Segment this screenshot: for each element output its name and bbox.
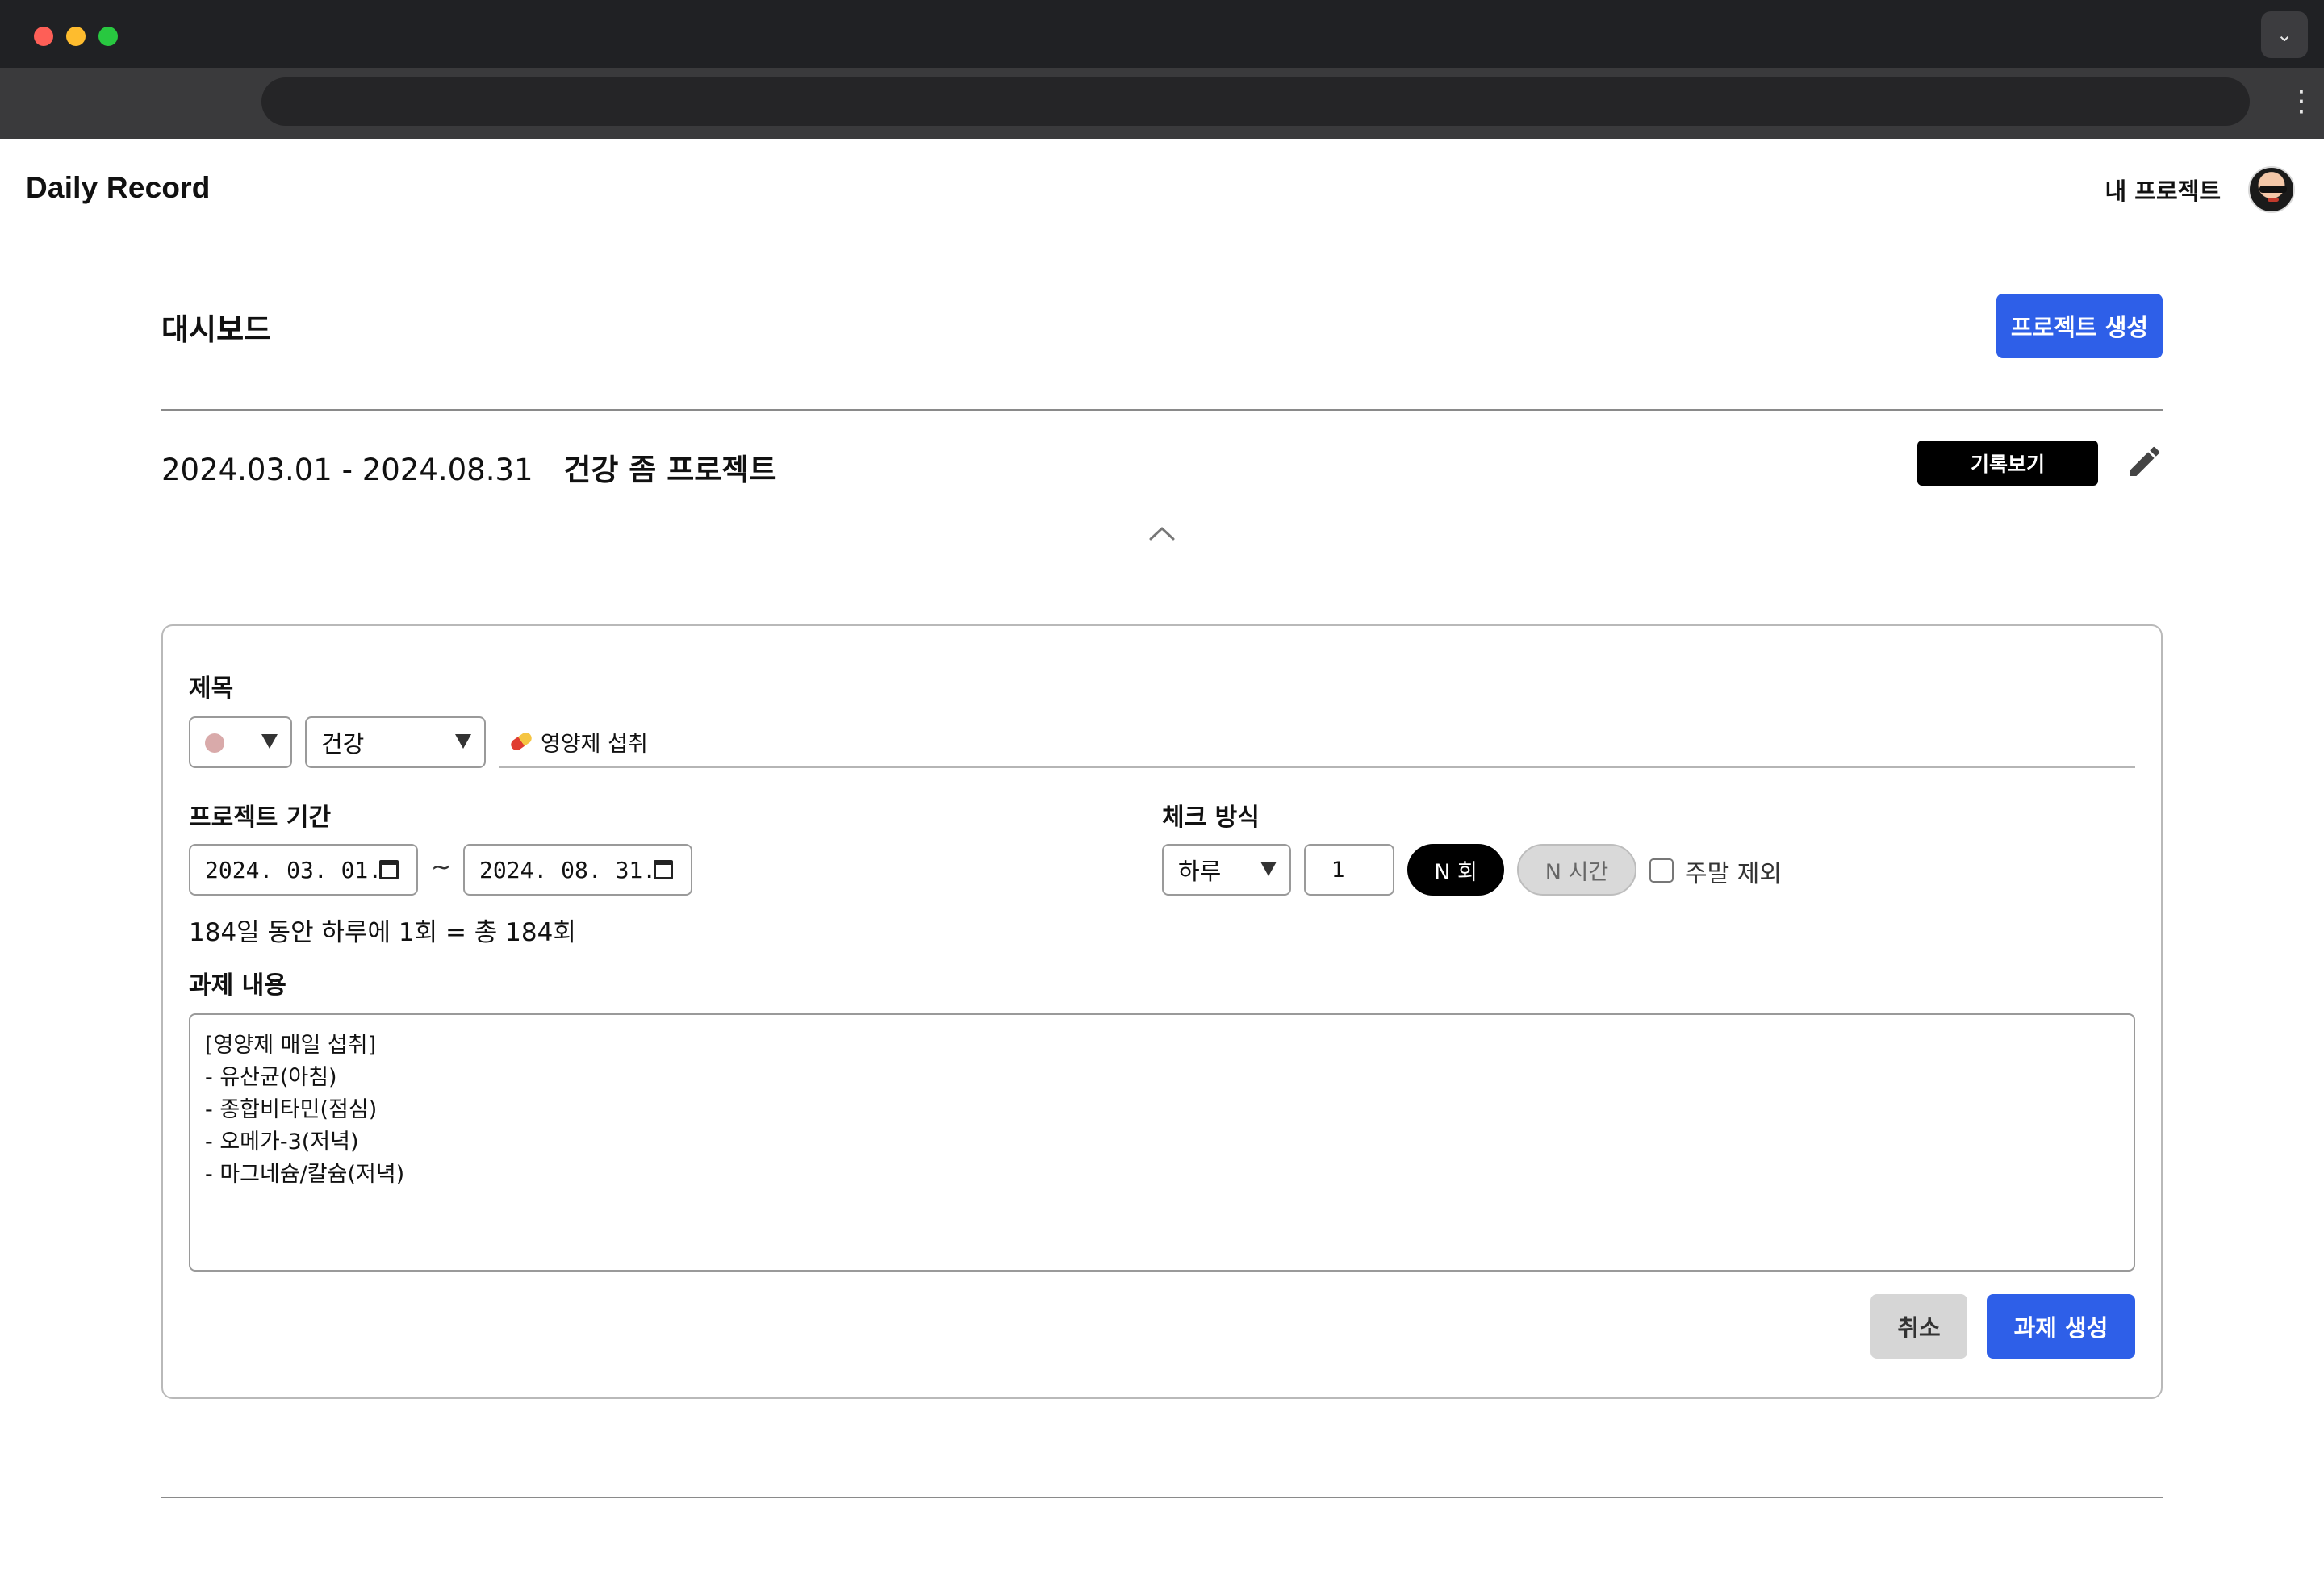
caret-down-icon bbox=[1260, 862, 1277, 876]
calendar-icon[interactable] bbox=[654, 860, 673, 879]
divider bbox=[161, 409, 2163, 411]
calendar-icon[interactable] bbox=[379, 860, 399, 879]
start-date-input[interactable]: 2024. 03. 01. bbox=[189, 844, 418, 896]
divider bbox=[161, 1497, 2163, 1498]
app-logo[interactable]: Daily Record bbox=[26, 171, 211, 205]
count-input[interactable]: 1 bbox=[1304, 844, 1394, 896]
frequency-select[interactable]: 하루 bbox=[1162, 844, 1291, 896]
n-times-toggle[interactable]: N 회 bbox=[1407, 844, 1504, 896]
color-dot bbox=[205, 733, 224, 753]
project-header: 2024.03.01 - 2024.08.31 건강 좀 프로젝트 bbox=[161, 445, 776, 489]
project-name: 건강 좀 프로젝트 bbox=[563, 453, 777, 487]
chevron-up-icon[interactable] bbox=[1146, 521, 1178, 545]
address-bar[interactable] bbox=[261, 77, 2250, 126]
page-title: 대시보드 bbox=[161, 312, 272, 347]
period-summary: 184일 동안 하루에 1회 = 총 184회 bbox=[189, 918, 576, 947]
project-period: 2024.03.01 - 2024.08.31 bbox=[161, 453, 533, 487]
exclude-weekend-checkbox[interactable] bbox=[1649, 858, 1674, 883]
frequency-value: 하루 bbox=[1178, 858, 1222, 885]
browser-menu-icon[interactable]: ⋮ bbox=[2287, 84, 2316, 119]
caret-down-icon bbox=[455, 734, 471, 749]
caret-down-icon bbox=[261, 734, 278, 749]
chevron-down-icon: ⌄ bbox=[2276, 23, 2293, 46]
task-title-value: 영양제 섭취 bbox=[541, 731, 648, 757]
task-content-textarea[interactable]: [영양제 매일 섭취] - 유산균(아침) - 종합비타민(점심) - 오메가-… bbox=[189, 1013, 2135, 1272]
date-separator: ~ bbox=[431, 854, 452, 882]
category-select[interactable]: 건강 bbox=[305, 716, 486, 768]
exclude-weekend-label[interactable]: 주말 제외 bbox=[1685, 854, 1782, 889]
create-task-button[interactable]: 과제 생성 bbox=[1987, 1294, 2135, 1359]
tab-search-button[interactable]: ⌄ bbox=[2261, 11, 2308, 58]
avatar[interactable] bbox=[2248, 166, 2295, 213]
count-value: 1 bbox=[1331, 857, 1346, 883]
n-hours-toggle[interactable]: N 시간 bbox=[1517, 844, 1636, 896]
task-title-input[interactable]: 영양제 섭취 bbox=[499, 716, 2135, 768]
period-label: 프로젝트 기간 bbox=[189, 804, 332, 832]
avatar-mouth bbox=[2268, 198, 2279, 202]
browser-titlebar bbox=[0, 0, 2324, 68]
window-close-button[interactable] bbox=[34, 27, 53, 46]
avatar-glasses bbox=[2259, 186, 2287, 193]
title-label: 제목 bbox=[189, 674, 234, 703]
window-maximize-button[interactable] bbox=[98, 27, 118, 46]
view-records-button[interactable]: 기록보기 bbox=[1917, 441, 2098, 486]
start-date-value: 2024. 03. 01. bbox=[205, 856, 382, 883]
pencil-icon[interactable] bbox=[2125, 442, 2164, 481]
end-date-value: 2024. 08. 31. bbox=[479, 856, 657, 883]
create-project-button[interactable]: 프로젝트 생성 bbox=[1996, 294, 2163, 358]
pill-icon bbox=[508, 730, 534, 753]
content-label: 과제 내용 bbox=[189, 971, 286, 1000]
end-date-input[interactable]: 2024. 08. 31. bbox=[463, 844, 692, 896]
check-method-label: 체크 방식 bbox=[1162, 804, 1260, 832]
my-projects-link[interactable]: 내 프로젝트 bbox=[2105, 173, 2222, 207]
color-select[interactable] bbox=[189, 716, 292, 768]
window-minimize-button[interactable] bbox=[66, 27, 86, 46]
category-value: 건강 bbox=[321, 730, 365, 758]
cancel-button[interactable]: 취소 bbox=[1870, 1294, 1967, 1359]
